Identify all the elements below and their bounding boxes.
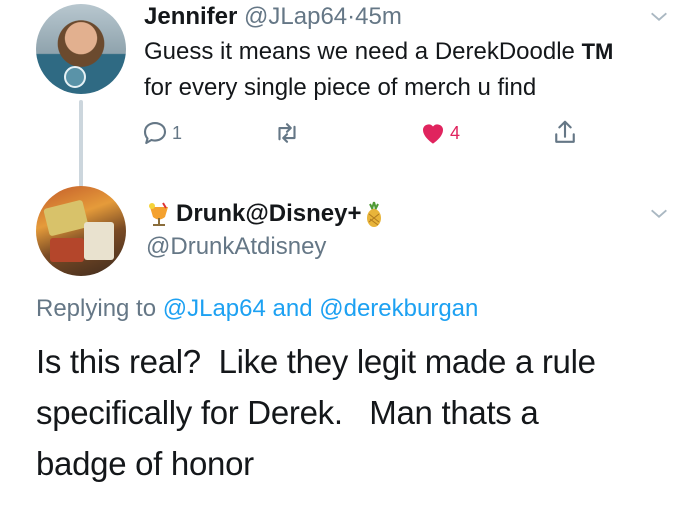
display-name[interactable]: Drunk@Disney+ xyxy=(176,199,361,229)
tweet-text-line1: Guess it means we need a DerekDoodle xyxy=(144,38,575,65)
thread-line xyxy=(79,100,83,188)
mention-link[interactable]: @JLap64 xyxy=(163,295,266,322)
tweet-text: Guess it means we need a DerekDoodle TM … xyxy=(144,34,684,106)
timestamp[interactable]: 45m xyxy=(355,3,402,30)
reply-count: 1 xyxy=(172,122,183,143)
replying-to: Replying to @JLap64 and @derekburgan xyxy=(36,294,478,324)
share-icon xyxy=(555,120,575,143)
heart-icon xyxy=(423,124,443,144)
tweet-text-line1: Is this real? Like they legit made a rul… xyxy=(36,343,596,380)
tweet-text-line2: specifically for Derek. Man thats a xyxy=(36,394,539,431)
replying-prefix: Replying to xyxy=(36,295,157,322)
chevron-down-icon[interactable] xyxy=(648,6,670,28)
tweet-text-line2: for every single piece of merch u find xyxy=(144,74,537,101)
reply-button[interactable]: 1 xyxy=(140,118,182,148)
tweet-text: Is this real? Like they legit made a rul… xyxy=(36,336,676,489)
retweet-button[interactable] xyxy=(272,118,302,148)
like-count: 4 xyxy=(450,122,461,143)
tweet-header: Drunk@Disney+ xyxy=(146,199,387,229)
tweet-header: Jennifer @JLap64·45m xyxy=(144,2,402,32)
user-handle[interactable]: @DrunkAtdisney xyxy=(146,232,326,262)
avatar[interactable] xyxy=(36,4,126,94)
separator: · xyxy=(347,3,356,30)
tropical-drink-icon xyxy=(149,202,168,226)
user-handle[interactable]: @JLap64 xyxy=(244,3,347,30)
display-name[interactable]: Jennifer xyxy=(144,3,237,30)
pineapple-icon xyxy=(367,201,382,227)
badge-icon xyxy=(64,66,86,88)
avatar-decoration xyxy=(50,238,84,262)
avatar-decoration xyxy=(84,222,114,260)
tweet-actions: 1 4 xyxy=(140,118,600,150)
tweet-parent[interactable]: Jennifer @JLap64·45m Guess it means we n… xyxy=(0,0,700,190)
share-button[interactable] xyxy=(550,118,580,148)
trademark-mark: TM xyxy=(581,39,614,64)
reply-icon xyxy=(143,121,167,145)
replying-and[interactable]: and xyxy=(273,295,313,322)
retweet-icon xyxy=(278,123,296,143)
tweet-text-line3: badge of honor xyxy=(36,445,254,482)
avatar[interactable] xyxy=(36,186,126,276)
like-button[interactable]: 4 xyxy=(418,118,460,148)
avatar-decoration xyxy=(43,199,89,237)
chevron-down-icon[interactable] xyxy=(648,203,670,225)
mention-link[interactable]: @derekburgan xyxy=(319,295,478,322)
